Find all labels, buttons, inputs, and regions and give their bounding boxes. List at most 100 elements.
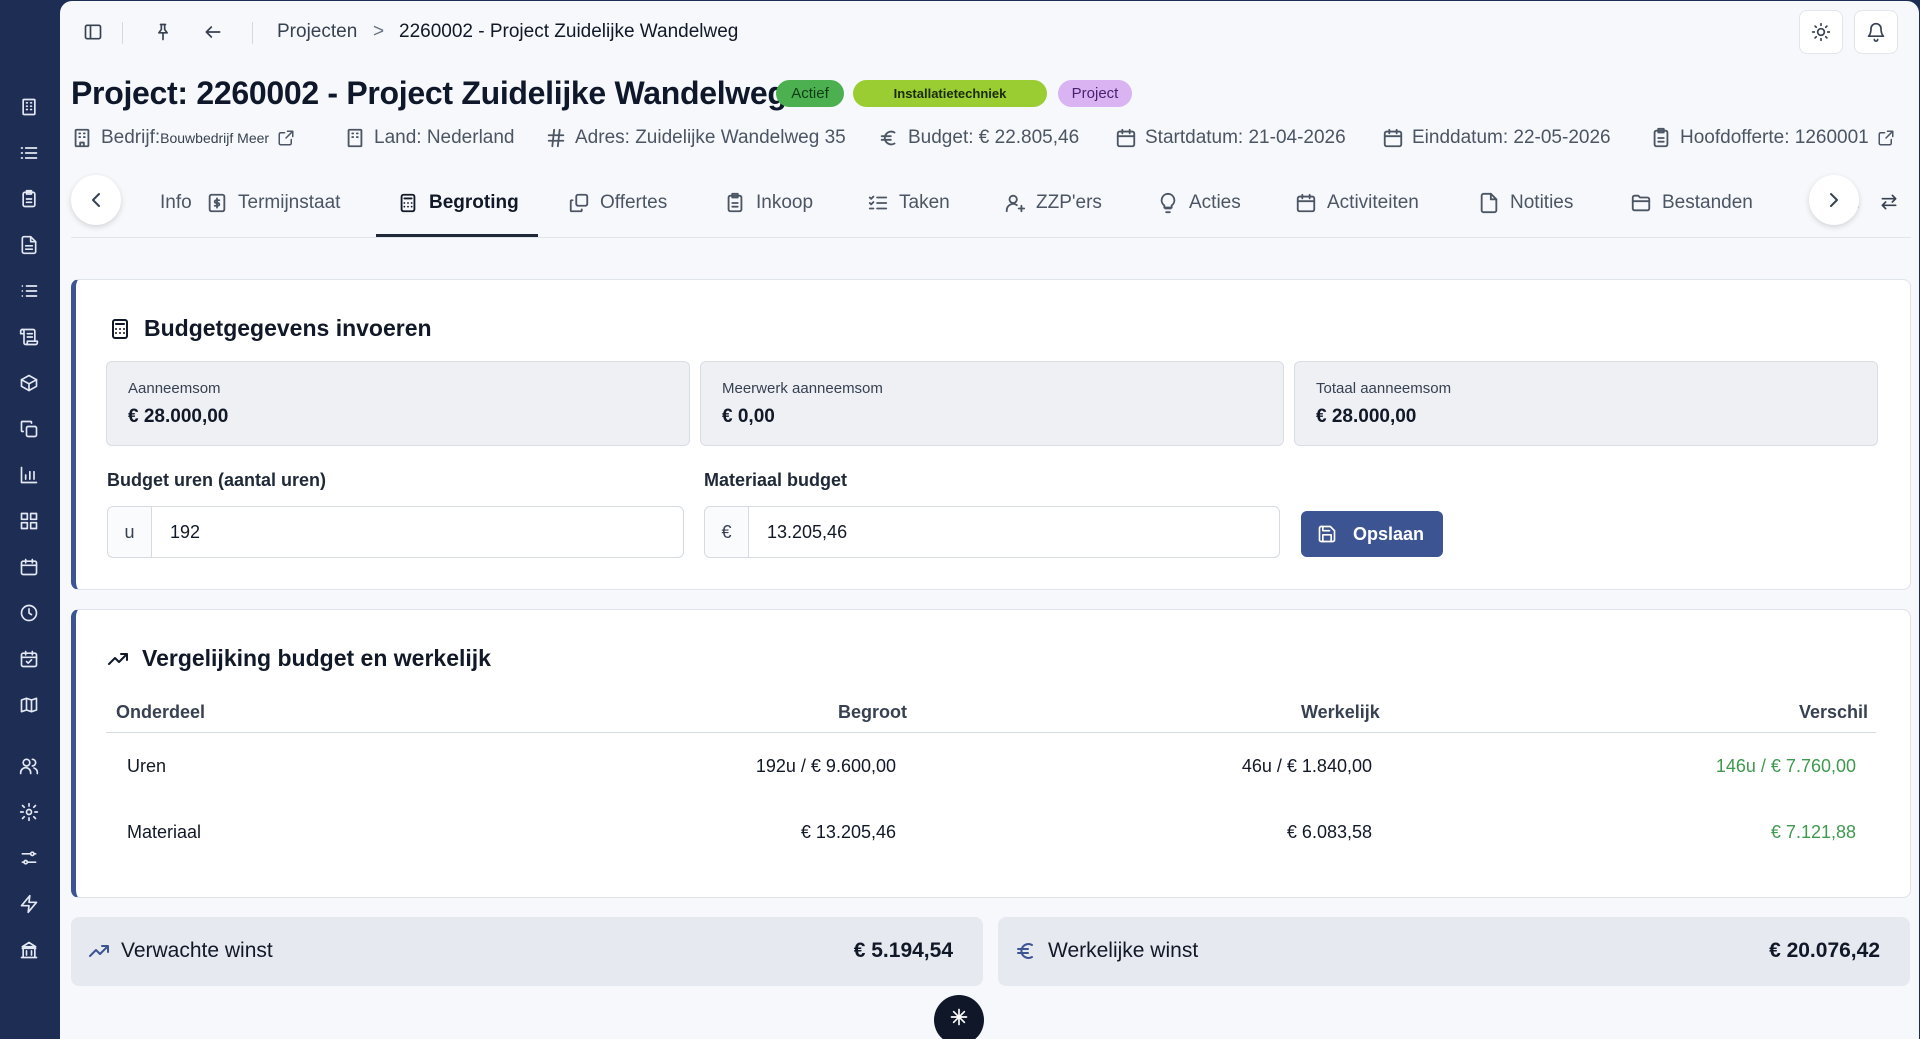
- tabs-scroll-left-button[interactable]: [71, 175, 121, 225]
- package-icon[interactable]: [19, 373, 41, 395]
- tab-info[interactable]: Info: [120, 187, 192, 219]
- table-cell-onderdeel: Materiaal: [127, 822, 202, 842]
- clipboard-icon: [1650, 127, 1672, 149]
- breadcrumb-current: 2260002 - Project Zuidelijke Wandelweg: [399, 21, 739, 42]
- tab-offertes[interactable]: Offertes: [568, 187, 667, 219]
- material-budget-field[interactable]: €: [704, 506, 1280, 558]
- budget-text: Budget: € 22.805,46: [908, 127, 1080, 148]
- clipboard-icon[interactable]: [19, 189, 41, 211]
- clipboard-icon: [724, 192, 746, 214]
- type-badge: Project: [1058, 80, 1132, 107]
- tab-begroting[interactable]: Begroting: [397, 187, 519, 219]
- stat-label: Meerwerk aanneemsom: [722, 380, 883, 397]
- actual-profit-label: Werkelijke winst: [1048, 939, 1199, 962]
- hours-prefix: u: [108, 507, 152, 557]
- hours-budget-field[interactable]: u: [107, 506, 684, 558]
- euro-icon: [1014, 939, 1038, 963]
- tab-begroting-label: Begroting: [429, 192, 519, 213]
- sliders-icon[interactable]: [19, 848, 41, 870]
- tab-activiteiten-label: Activiteiten: [1327, 192, 1419, 213]
- table-cell-begroot: € 13.205,46: [800, 822, 896, 842]
- calendar-icon: [1295, 192, 1317, 214]
- page-title: Project: 2260002 - Project Zuidelijke Wa…: [71, 75, 787, 111]
- theme-toggle-button[interactable]: [1799, 10, 1843, 54]
- actual-profit-panel: Werkelijke winst € 20.076,42: [998, 917, 1910, 986]
- pin-icon[interactable]: [153, 22, 173, 42]
- status-badge: Actief: [776, 80, 844, 107]
- side-rail: [0, 0, 60, 1039]
- bullet-list-icon[interactable]: [19, 281, 41, 303]
- tab-activiteiten[interactable]: Activiteiten: [1295, 187, 1419, 219]
- user-plus-icon: [1004, 192, 1026, 214]
- list-icon[interactable]: [19, 143, 41, 165]
- company-name[interactable]: Bouwbedrijf Meer: [160, 130, 269, 146]
- tab-taken[interactable]: Taken: [867, 187, 950, 219]
- assistant-button[interactable]: [934, 995, 984, 1039]
- tab-zzpers[interactable]: ZZP'ers: [1004, 187, 1102, 219]
- euro-icon: [878, 127, 900, 149]
- expected-profit-label: Verwachte winst: [121, 939, 273, 962]
- save-button-label: Opslaan: [1353, 523, 1425, 544]
- trending-up-icon: [106, 647, 130, 671]
- tab-taken-label: Taken: [899, 192, 950, 213]
- sparkle-icon: [949, 1007, 969, 1039]
- building-icon: [71, 127, 93, 149]
- chevron-left-icon: [84, 188, 108, 212]
- address-text: Adres: Zuidelijke Wandelweg 35: [575, 127, 846, 148]
- breadcrumb-projecten[interactable]: Projecten: [277, 21, 357, 43]
- meta-end-date: Einddatum: 22-05-2026: [1382, 126, 1611, 150]
- notifications-button[interactable]: [1854, 10, 1898, 54]
- stat-value: € 0,00: [722, 406, 775, 427]
- folder-icon: [1630, 192, 1652, 214]
- settings-icon[interactable]: [19, 802, 41, 824]
- bank-icon[interactable]: [19, 940, 41, 962]
- back-arrow-icon[interactable]: [203, 22, 223, 42]
- tab-acties[interactable]: Acties: [1157, 187, 1241, 219]
- table-cell-begroot: 192u / € 9.600,00: [755, 756, 896, 776]
- scroll-icon[interactable]: [19, 327, 41, 349]
- tab-notities[interactable]: Notities: [1478, 187, 1573, 219]
- sidebar-toggle-icon[interactable]: [83, 22, 103, 42]
- stat-label: Totaal aanneemsom: [1316, 380, 1452, 397]
- calendar-icon: [1382, 127, 1404, 149]
- save-button[interactable]: Opslaan: [1301, 511, 1443, 557]
- users-icon[interactable]: [19, 756, 41, 778]
- meta-company: Bedrijf: Bouwbedrijf Meer: [71, 126, 295, 150]
- table-cell-verschil: 146u / € 7.760,00: [1715, 756, 1856, 776]
- end-date-text: Einddatum: 22-05-2026: [1412, 127, 1611, 148]
- building-icon[interactable]: [19, 97, 41, 119]
- external-link-icon[interactable]: [277, 129, 295, 147]
- hash-icon: [545, 127, 567, 149]
- clock-icon[interactable]: [19, 603, 41, 625]
- tabs-scroll-right-button[interactable]: [1809, 175, 1859, 225]
- map-icon[interactable]: [19, 695, 41, 717]
- tab-inkoop[interactable]: Inkoop: [724, 187, 813, 219]
- tab-termijnstaat[interactable]: Termijnstaat: [206, 187, 340, 219]
- calendar-check-icon[interactable]: [19, 649, 41, 671]
- stat-value: € 28.000,00: [128, 406, 229, 427]
- comparison-card-title: Vergelijking budget en werkelijk: [106, 645, 491, 672]
- meta-country: Land: Nederland: [344, 126, 515, 150]
- grid-icon[interactable]: [19, 511, 41, 533]
- column-header-onderdeel: Onderdeel: [116, 702, 206, 722]
- table-cell-werkelijk: 46u / € 1.840,00: [1241, 756, 1372, 776]
- hours-budget-input[interactable]: [152, 507, 683, 557]
- tab-offertes-label: Offertes: [600, 192, 668, 213]
- sun-icon: [1811, 22, 1831, 42]
- tab-inkoop-label: Inkoop: [756, 192, 814, 213]
- breadcrumb-separator: >: [373, 21, 385, 42]
- tab-termijnstaat-label: Termijnstaat: [238, 192, 341, 213]
- file-icon: [1478, 192, 1500, 214]
- document-icon[interactable]: [19, 235, 41, 257]
- copy-icon[interactable]: [19, 419, 41, 441]
- bar-chart-icon[interactable]: [19, 465, 41, 487]
- lightning-icon[interactable]: [19, 894, 41, 916]
- category-badge: Installatietechniek: [853, 80, 1047, 107]
- tab-bestanden[interactable]: Bestanden: [1630, 187, 1753, 219]
- material-budget-input[interactable]: [749, 507, 1279, 557]
- external-link-icon[interactable]: [1877, 129, 1895, 147]
- hours-budget-label: Budget uren (aantal uren): [107, 470, 327, 490]
- calendar-icon[interactable]: [19, 557, 41, 579]
- main-quote-text[interactable]: Hoofdofferte: 1260001: [1680, 127, 1869, 149]
- swap-arrows-icon[interactable]: [1879, 192, 1899, 212]
